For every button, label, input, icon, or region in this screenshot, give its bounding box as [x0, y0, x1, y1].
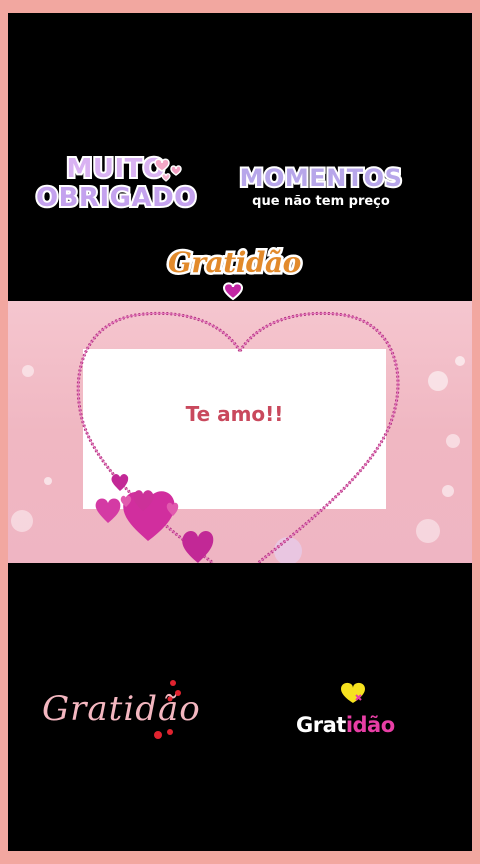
gratidao-bold-sticker: Gratidão: [292, 681, 422, 741]
heart-icon: [222, 282, 244, 301]
muito-obrigado-sticker: MUITO OBRIGADO: [34, 153, 198, 215]
obrigado-text: OBRIGADO: [34, 182, 198, 215]
gratidao-bold-part2: idão: [345, 713, 395, 737]
video-frame: MUITO OBRIGADO MOMENTOS que não tem preç…: [8, 13, 472, 851]
yellow-heart-icon: [341, 682, 365, 703]
gratidao-bold-text: Gratidão: [296, 713, 395, 737]
red-hearts-icon: [154, 680, 181, 739]
gratidao-script-sticker: Gratidão: [38, 680, 200, 751]
momentos-subtitle: que não tem preço: [252, 194, 390, 209]
gratidao-top-sticker: Gratidão: [166, 244, 304, 301]
momentos-title: MOMENTOS: [238, 163, 404, 193]
love-card-panel: Te amo!!: [8, 301, 472, 563]
gratidao-bold-part1: Grat: [296, 713, 346, 737]
gratidao-top-text: Gratidão: [166, 244, 304, 282]
magenta-hearts-icon: [95, 474, 214, 563]
momentos-sticker: MOMENTOS que não tem preço: [232, 163, 410, 211]
hearts-icon: [154, 158, 182, 182]
